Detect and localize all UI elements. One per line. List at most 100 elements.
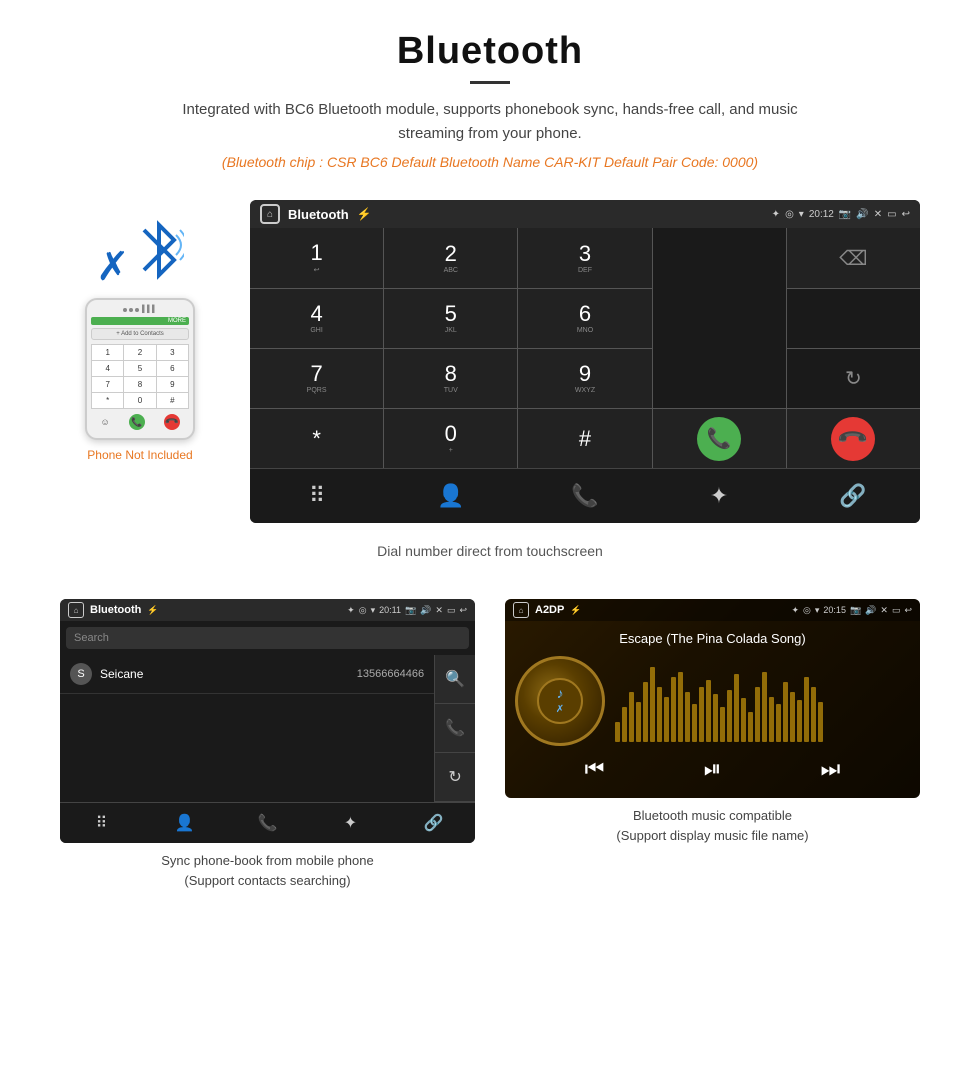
- phone-key-8[interactable]: 8: [124, 377, 155, 392]
- dial-bottom-bar: ⠿ 👤 📞 ✦ 🔗: [250, 468, 920, 523]
- title-divider: [470, 81, 510, 84]
- music-vol-icon: 🔊: [865, 605, 876, 616]
- phonebook-content: S Seicane 13566664466 🔍 📞 ↻: [60, 655, 475, 802]
- call-end-button[interactable]: 📞: [787, 409, 920, 468]
- phone-call-red-icon[interactable]: 📞: [160, 411, 183, 434]
- dial-key-6[interactable]: 6MNO: [518, 289, 651, 348]
- phone-key-0[interactable]: 0: [124, 393, 155, 408]
- phone-dot: [135, 308, 139, 312]
- viz-bar: [699, 687, 704, 742]
- music-home-button[interactable]: ⌂: [513, 602, 529, 618]
- main-screen-section: ✗ ▌▌▌ MORE + Add to Contacts 1: [0, 180, 980, 533]
- bottom-screens: ⌂ Bluetooth ⚡ ✦ ◎ ▾ 20:11 📷 🔊 ✕ ▭ ↩: [0, 599, 980, 890]
- window-icon: ▭: [887, 209, 896, 220]
- bluetooth-icon-button[interactable]: ✦: [652, 469, 786, 523]
- viz-bar: [797, 700, 802, 742]
- dial-key-7[interactable]: 7PQRS: [250, 349, 383, 408]
- phonebook-bottom-bar: ⠿ 👤 📞 ✦ 🔗: [60, 802, 475, 843]
- call-red-icon: 📞: [822, 407, 884, 469]
- pb-call-icon[interactable]: 📞: [226, 803, 309, 843]
- phonebook-search[interactable]: Search: [66, 627, 469, 649]
- phone-key-hash[interactable]: #: [157, 393, 188, 408]
- music-back-icon[interactable]: ↩: [904, 605, 912, 616]
- pb-back-icon[interactable]: ↩: [459, 605, 467, 616]
- dial-key-2[interactable]: 2ABC: [384, 228, 517, 288]
- phone-not-included-label: Phone Not Included: [87, 448, 192, 462]
- music-body: Escape (The Pina Colada Song) ♪ ✗: [505, 621, 920, 798]
- pb-bt-bottom-icon[interactable]: ✦: [309, 803, 392, 843]
- phone-key-9[interactable]: 9: [157, 377, 188, 392]
- viz-bar: [727, 690, 732, 742]
- play-pause-button[interactable]: ⏯: [704, 756, 722, 782]
- dial-key-5[interactable]: 5JKL: [384, 289, 517, 348]
- dial-key-4[interactable]: 4GHI: [250, 289, 383, 348]
- phone-key-2[interactable]: 2: [124, 345, 155, 360]
- pb-contacts-icon[interactable]: 👤: [143, 803, 226, 843]
- viz-bar: [692, 704, 697, 742]
- song-title: Escape (The Pina Colada Song): [619, 631, 805, 646]
- prev-track-button[interactable]: ⏮: [585, 756, 605, 782]
- phone-key-1[interactable]: 1: [92, 345, 123, 360]
- dial-backspace-button[interactable]: ⌫: [787, 228, 920, 288]
- dial-screen-title: Bluetooth: [288, 207, 349, 222]
- svg-text:♪: ♪: [557, 685, 564, 701]
- viz-bar: [734, 674, 739, 742]
- pb-wifi-icon: ▾: [371, 605, 376, 616]
- link-icon-button[interactable]: 🔗: [786, 469, 920, 523]
- viz-bar: [762, 672, 767, 742]
- bluetooth-large-icon: [134, 220, 184, 280]
- phonebook-list: S Seicane 13566664466: [60, 655, 434, 802]
- call-side-icon[interactable]: 📞: [435, 704, 475, 753]
- dial-key-8[interactable]: 8TUV: [384, 349, 517, 408]
- phone-call-green-icon[interactable]: 📞: [129, 414, 145, 430]
- phone-key-7[interactable]: 7: [92, 377, 123, 392]
- viz-bar: [713, 694, 718, 742]
- dial-key-3[interactable]: 3DEF: [518, 228, 651, 288]
- phone-key-4[interactable]: 4: [92, 361, 123, 376]
- phone-dots: [123, 308, 139, 312]
- pb-home-button[interactable]: ⌂: [68, 602, 84, 618]
- music-status-right: ✦ ◎ ▾ 20:15 📷 🔊 ✕ ▭ ↩: [791, 605, 912, 616]
- reload-side-icon[interactable]: ↻: [435, 753, 475, 802]
- phone-key-3[interactable]: 3: [157, 345, 188, 360]
- phone-mockup: ▌▌▌ MORE + Add to Contacts 1 2 3 4 5 6 7…: [85, 298, 195, 440]
- contact-name: Seicane: [100, 667, 357, 681]
- viz-bar: [748, 712, 753, 742]
- call-log-icon-button[interactable]: 📞: [518, 469, 652, 523]
- dial-key-star[interactable]: *: [250, 409, 383, 468]
- dial-display-area-2: [787, 289, 920, 348]
- bluetooth-symbol-icon: ✗: [96, 244, 130, 290]
- call-green-icon: 📞: [697, 417, 741, 461]
- call-answer-button[interactable]: 📞: [653, 409, 786, 468]
- next-track-button[interactable]: ⏭: [821, 756, 841, 782]
- home-button[interactable]: ⌂: [260, 204, 280, 224]
- music-note-svg: ♪ ✗: [535, 676, 585, 726]
- phone-key-5[interactable]: 5: [124, 361, 155, 376]
- dial-key-9[interactable]: 9WXYZ: [518, 349, 651, 408]
- dial-display-area: [653, 228, 786, 408]
- pb-status-right: ✦ ◎ ▾ 20:11 📷 🔊 ✕ ▭ ↩: [347, 605, 467, 616]
- dial-key-1[interactable]: 1↩: [250, 228, 383, 288]
- dial-key-hash[interactable]: #: [518, 409, 651, 468]
- pb-vol-icon: 🔊: [420, 605, 431, 616]
- search-side-icon[interactable]: 🔍: [435, 655, 475, 704]
- music-win-icon: ▭: [892, 605, 901, 616]
- contact-row[interactable]: S Seicane 13566664466: [60, 655, 434, 694]
- keypad-icon-button[interactable]: ⠿: [250, 469, 384, 523]
- contacts-icon-button[interactable]: 👤: [384, 469, 518, 523]
- viz-bar: [783, 682, 788, 742]
- dial-key-0[interactable]: 0+: [384, 409, 517, 468]
- pb-link-icon[interactable]: 🔗: [392, 803, 475, 843]
- pb-keypad-icon[interactable]: ⠿: [60, 803, 143, 843]
- pb-loc-icon: ◎: [359, 605, 367, 616]
- album-art: ♪ ✗: [515, 656, 605, 746]
- phonebook-wrapper: ⌂ Bluetooth ⚡ ✦ ◎ ▾ 20:11 📷 🔊 ✕ ▭ ↩: [60, 599, 475, 890]
- bluetooth-status-icon: ✦: [772, 209, 780, 220]
- phone-key-star[interactable]: *: [92, 393, 123, 408]
- back-icon[interactable]: ↩: [902, 209, 910, 220]
- dial-screen: ⌂ Bluetooth ⚡ ✦ ◎ ▾ 20:12 📷 🔊 ✕ ▭ ↩ 1↩ 2…: [250, 200, 920, 523]
- phone-bottom-row: ☺ 📞 📞: [91, 412, 189, 432]
- dial-status-bar: ⌂ Bluetooth ⚡ ✦ ◎ ▾ 20:12 📷 🔊 ✕ ▭ ↩: [250, 200, 920, 228]
- phone-key-6[interactable]: 6: [157, 361, 188, 376]
- phonebook-status-bar: ⌂ Bluetooth ⚡ ✦ ◎ ▾ 20:11 📷 🔊 ✕ ▭ ↩: [60, 599, 475, 621]
